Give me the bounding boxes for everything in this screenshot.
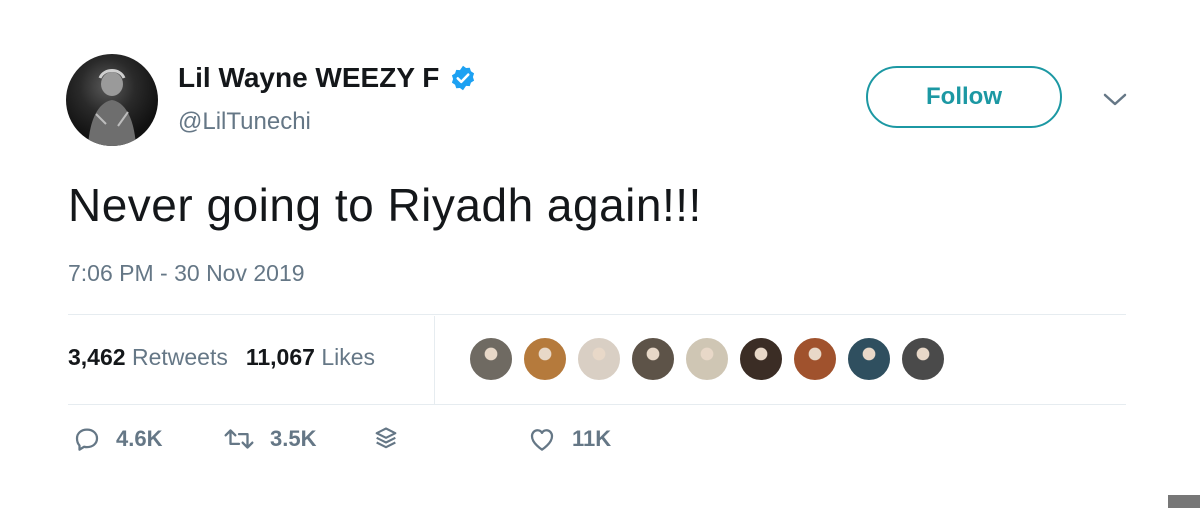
tweet-text: Never going to Riyadh again!!! xyxy=(68,179,702,231)
retweet-button[interactable]: 3.5K xyxy=(222,424,316,454)
follow-button[interactable]: Follow xyxy=(866,66,1062,128)
verified-badge-icon xyxy=(449,64,477,92)
stack-share-button[interactable] xyxy=(372,424,414,454)
divider xyxy=(68,404,1126,405)
liker-avatar[interactable] xyxy=(792,336,838,382)
stats-divider xyxy=(434,316,435,404)
user-handle[interactable]: @LilTunechi xyxy=(178,108,311,136)
retweet-icon xyxy=(224,429,254,449)
like-button[interactable]: 11K xyxy=(526,424,611,454)
likes-stat[interactable]: 11,067 Likes xyxy=(246,344,375,370)
liker-avatar[interactable] xyxy=(468,336,514,382)
retweets-label: Retweets xyxy=(131,344,228,370)
divider xyxy=(68,314,1126,315)
likes-label: Likes xyxy=(321,344,376,370)
liker-avatar[interactable] xyxy=(684,336,730,382)
like-count: 11K xyxy=(572,426,612,451)
retweets-count: 3,462 xyxy=(68,344,126,370)
chevron-down-icon[interactable] xyxy=(1100,88,1130,112)
display-name[interactable]: Lil Wayne WEEZY F xyxy=(178,62,439,94)
heart-icon xyxy=(530,429,554,451)
layers-icon xyxy=(375,427,397,449)
liker-avatar[interactable] xyxy=(900,336,946,382)
avatar[interactable] xyxy=(66,54,158,146)
liker-avatar[interactable] xyxy=(522,336,568,382)
engagement-stats: 3,462 Retweets 11,067 Likes xyxy=(68,344,375,371)
retweet-count: 3.5K xyxy=(270,426,317,451)
reply-count: 4.6K xyxy=(116,426,163,451)
liker-avatar[interactable] xyxy=(576,336,622,382)
reply-button[interactable]: 4.6K xyxy=(72,424,162,454)
user-name-row[interactable]: Lil Wayne WEEZY F xyxy=(178,62,477,94)
corner-mark xyxy=(1168,495,1200,508)
profile-photo-icon xyxy=(88,69,136,146)
reply-icon xyxy=(75,428,99,451)
liker-avatar[interactable] xyxy=(630,336,676,382)
likes-count: 11,067 xyxy=(245,344,315,370)
tweet-timestamp[interactable]: 7:06 PM - 30 Nov 2019 xyxy=(68,260,305,287)
liker-avatar[interactable] xyxy=(738,336,784,382)
liker-avatar[interactable] xyxy=(846,336,892,382)
retweets-stat[interactable]: 3,462 Retweets xyxy=(68,344,228,370)
